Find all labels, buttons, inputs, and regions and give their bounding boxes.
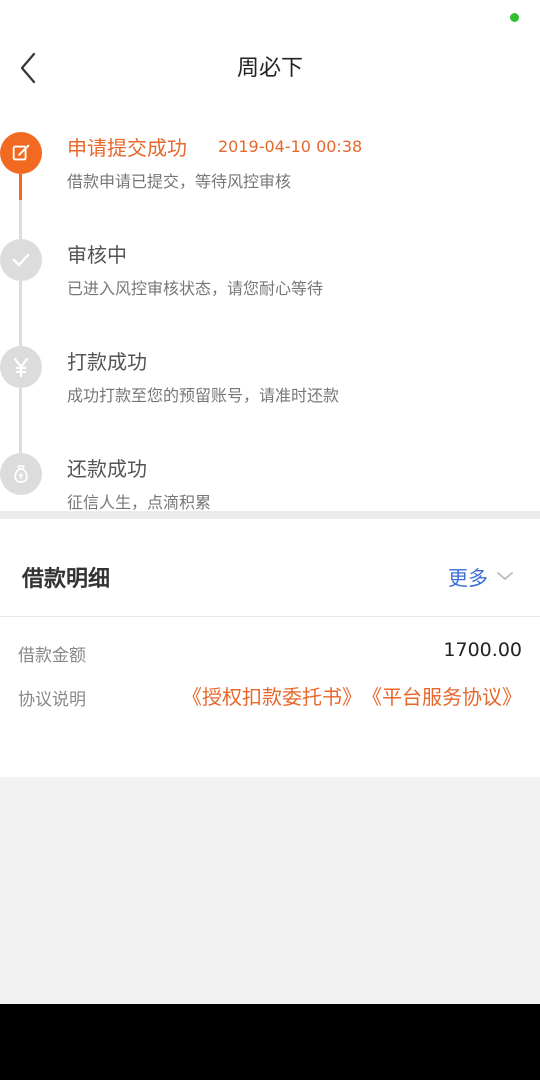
money-bag-icon (0, 453, 42, 495)
back-button[interactable] (12, 50, 48, 86)
yen-icon (0, 346, 42, 388)
loan-amount-row: 借款金额 1700.00 (0, 631, 540, 675)
timeline-connector (19, 388, 22, 431)
check-icon (0, 239, 42, 281)
chevron-left-icon (20, 52, 36, 84)
authorization-agreement-link[interactable]: 《授权扣款委托书》 (182, 681, 362, 710)
chevron-down-icon (497, 572, 513, 580)
loan-detail-card: 借款明细 更多 借款金额 1700.00 协议说明 《授权扣款委托书》 《平台服… (0, 519, 540, 777)
row-label: 借款金额 (18, 646, 86, 666)
timeline-step-repaid: 还款成功 征信人生，点滴积累 (0, 431, 540, 511)
page-title: 周必下 (236, 56, 303, 81)
timeline-step-reviewing: 审核中 已进入风控审核状态，请您耐心等待 (0, 217, 540, 324)
row-label: 协议说明 (18, 690, 86, 710)
notification-dot-icon (510, 13, 519, 22)
timeline-connector (19, 431, 22, 453)
timeline-connector (19, 217, 22, 239)
agreement-links: 《授权扣款委托书》 《平台服务协议》 (182, 681, 522, 710)
status-bar (0, 0, 540, 36)
timeline-step-disbursed: 打款成功 成功打款至您的预留账号，请准时还款 (0, 324, 540, 431)
more-button[interactable]: 更多 (448, 561, 516, 591)
agreement-row: 协议说明 《授权扣款委托书》 《平台服务协议》 (0, 675, 540, 719)
app-screen: 周必下 申请提交成功 2019-04-10 00:38 借款申请已提交，等待风控… (0, 0, 540, 1004)
step-description: 已进入风控审核状态，请您耐心等待 (67, 279, 324, 298)
progress-timeline: 申请提交成功 2019-04-10 00:38 借款申请已提交，等待风控审核 审… (0, 110, 540, 511)
timeline-connector (19, 200, 22, 217)
section-divider (0, 511, 540, 519)
step-title: 还款成功 (67, 457, 147, 481)
edit-icon (0, 132, 42, 174)
step-title: 审核中 (67, 243, 127, 267)
loan-amount-value: 1700.00 (443, 639, 522, 661)
step-description: 征信人生，点滴积累 (67, 493, 212, 511)
service-agreement-link[interactable]: 《平台服务协议》 (362, 681, 522, 710)
nav-header: 周必下 (0, 36, 540, 102)
step-title: 打款成功 (67, 350, 147, 374)
step-description: 成功打款至您的预留账号，请准时还款 (67, 386, 340, 405)
more-label: 更多 (448, 565, 488, 590)
loan-detail-header: 借款明细 更多 (0, 519, 540, 617)
timeline-step-submitted: 申请提交成功 2019-04-10 00:38 借款申请已提交，等待风控审核 (0, 110, 540, 217)
system-nav-bar (0, 1004, 540, 1080)
timeline-connector (19, 324, 22, 346)
step-time: 2019-04-10 00:38 (218, 137, 363, 156)
timeline-connector (19, 281, 22, 324)
section-title: 借款明细 (22, 567, 111, 592)
timeline-connector (19, 174, 22, 200)
step-description: 借款申请已提交，等待风控审核 (67, 172, 292, 191)
step-title: 申请提交成功 (67, 136, 187, 160)
